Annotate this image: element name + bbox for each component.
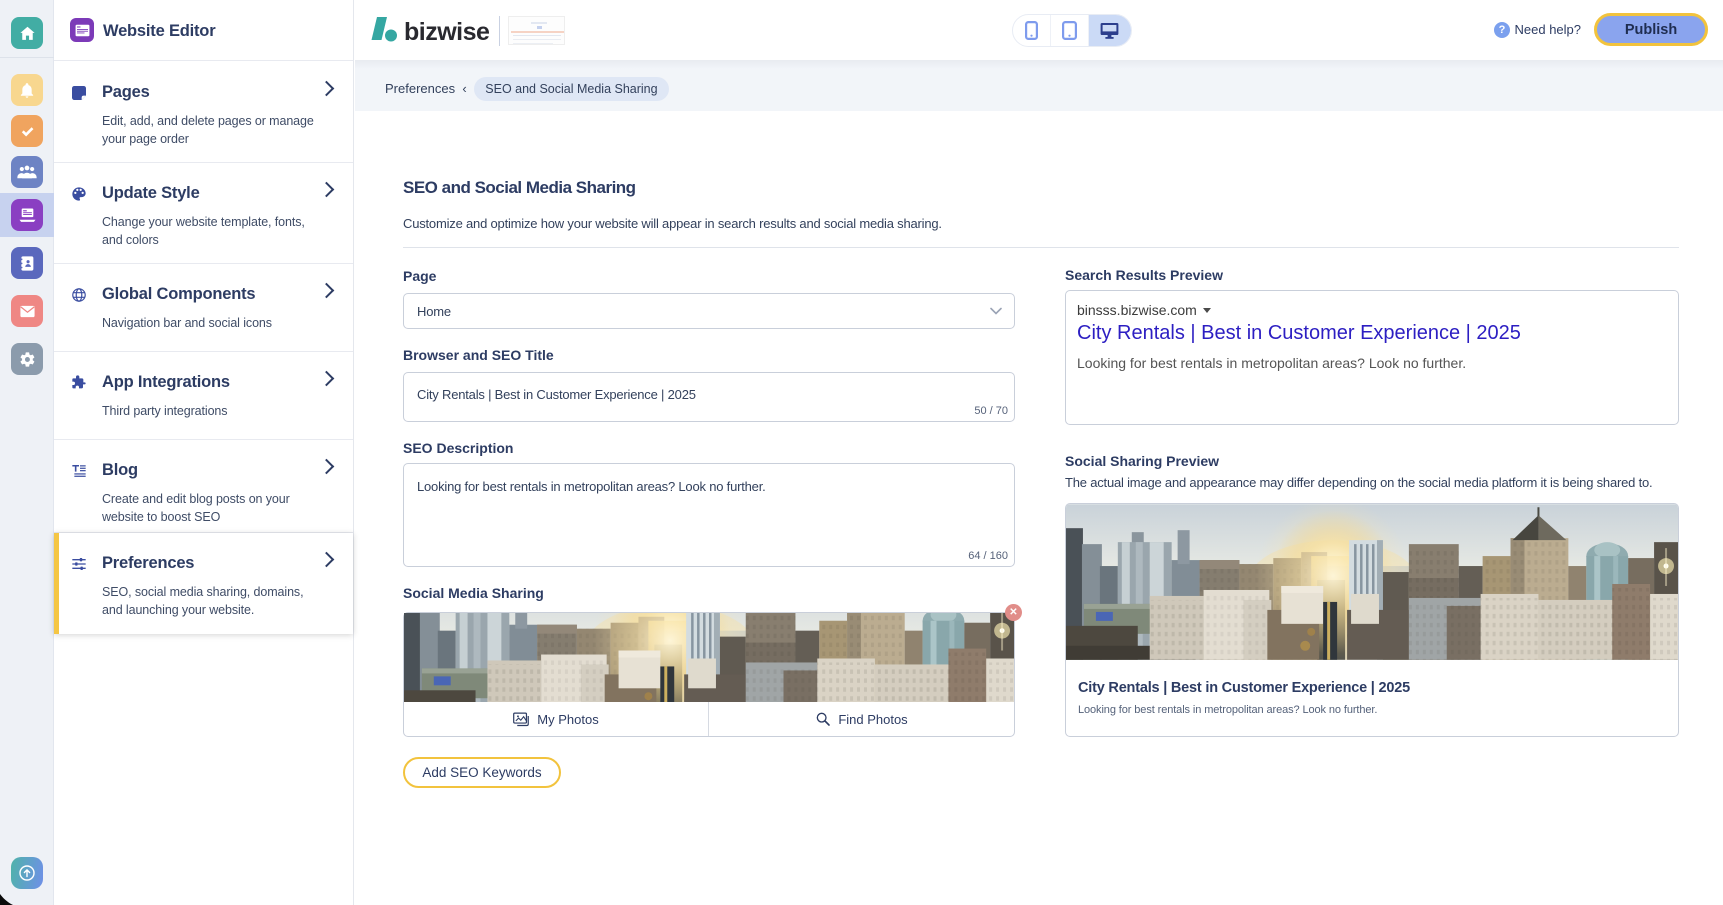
- svg-text:bizwise: bizwise: [404, 18, 490, 46]
